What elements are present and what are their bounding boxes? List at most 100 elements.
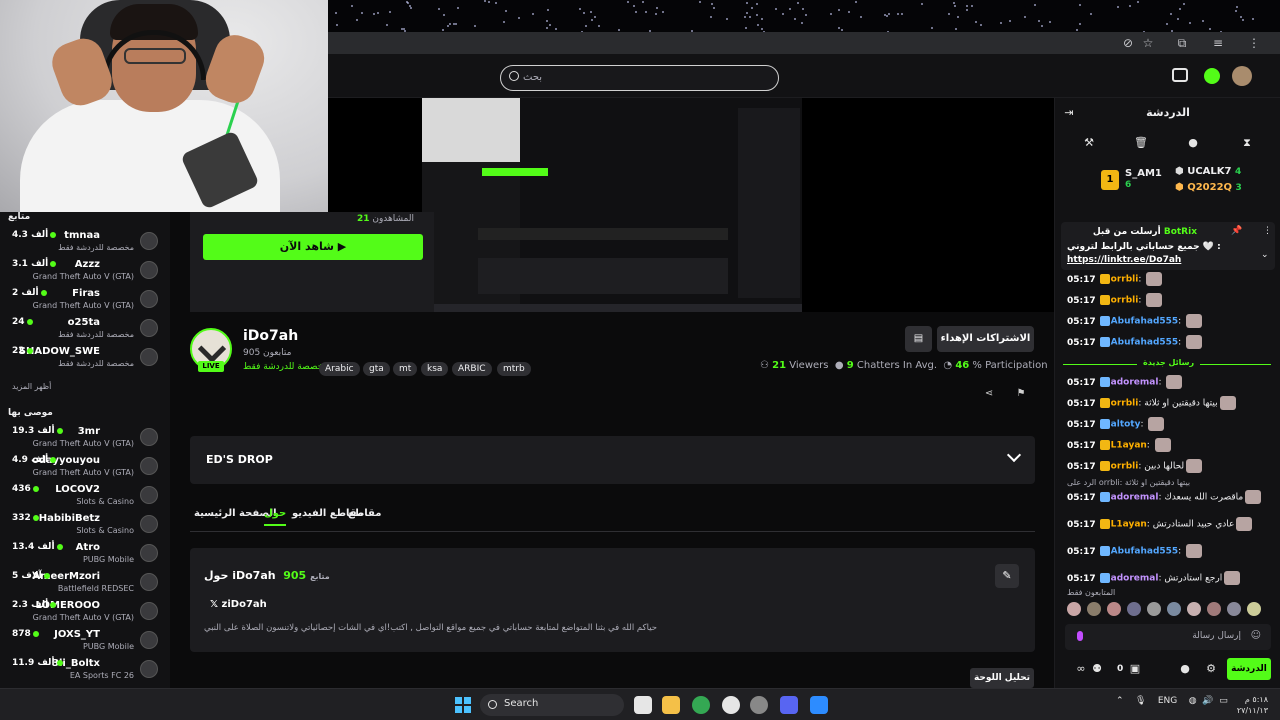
tag-chip[interactable]: ksa [421, 362, 449, 376]
browser-address-bar[interactable]: ⊘ ☆ ⧉ ≡ ⋮ [328, 32, 1280, 54]
user-avatar[interactable] [1232, 66, 1252, 86]
tag-chip[interactable]: mtrb [497, 362, 531, 376]
gift-icon[interactable] [1172, 68, 1188, 82]
sidebar-channel-item[interactable]: o25ta مخصصة للدردشة فقط 24 [0, 315, 170, 343]
follower-avatar[interactable] [1247, 602, 1261, 616]
expand-chevron-icon[interactable]: ⌄ [1261, 250, 1269, 260]
system-tray[interactable]: ⌃ 🎙 ENG ◍ 🔊 ▭ [1116, 696, 1228, 706]
tag-chip[interactable]: gta [363, 362, 390, 376]
channel-name[interactable]: iDo7ah [243, 328, 298, 344]
follower-avatar[interactable] [1127, 602, 1141, 616]
pinned-message[interactable]: 📌 ⋮ ⌄ أرسلت من قبل BotRix جميع حساباتي ب… [1061, 222, 1275, 270]
analyze-board-button[interactable]: تحليل اللوحة [970, 668, 1034, 688]
discord-icon[interactable] [780, 696, 798, 714]
tag-chip[interactable]: mt [393, 362, 418, 376]
sidebar-channel-item[interactable]: Atro PUBG Mobile 13.4 ألف [0, 540, 170, 568]
taskbar-search[interactable]: Search [480, 694, 624, 716]
follower-avatar[interactable] [1227, 602, 1241, 616]
sidebar-channel-item[interactable]: HabibiBetz Slots & Casino 332 [0, 511, 170, 539]
chat-username[interactable]: Abufahad555 [1111, 547, 1179, 557]
chat-message[interactable]: 05:17 altoty: [1067, 417, 1165, 431]
report-icon[interactable]: ⚑ [1014, 388, 1028, 402]
chat-message[interactable]: 05:17 Abufahad555: [1067, 544, 1203, 558]
chat-bubble-icon[interactable]: ● [1185, 136, 1201, 152]
leader-1[interactable]: ⬢ UCALK7 4 [1175, 166, 1241, 177]
chevron-down-icon[interactable] [1006, 447, 1022, 463]
drops-panel[interactable]: ED'S DROP [190, 436, 1035, 484]
follower-avatar[interactable] [1107, 602, 1121, 616]
chat-username[interactable]: orrbli [1111, 275, 1139, 285]
sidebar-channel-item[interactable]: SHADOW_SWE مخصصة للدردشة فقط 22 [0, 344, 170, 372]
mic-icon[interactable] [1077, 631, 1083, 641]
kick-logo-icon[interactable] [1204, 68, 1220, 84]
chat-message[interactable]: 05:17 adoremal: ماقصرت الله يسعدك [1067, 490, 1262, 504]
chat-input[interactable]: إرسال رسالة ☺ [1065, 624, 1271, 650]
extensions-icon[interactable]: ⧉ [1174, 35, 1190, 51]
chat-message[interactable]: 05:17 orrbli: [1067, 293, 1163, 307]
chat-message[interactable]: 05:17 Abufahad555: [1067, 314, 1203, 328]
send-chat-button[interactable]: الدردشة [1227, 658, 1271, 680]
chat-settings-bubble-icon[interactable]: ● [1177, 662, 1193, 678]
search-input[interactable]: بحث [500, 65, 779, 91]
bookmark-star-icon[interactable]: ☆ [1140, 35, 1156, 51]
chat-username[interactable]: L1ayan [1111, 441, 1147, 451]
sidebar-channel-item[interactable]: LOCOV2 Slots & Casino 436 [0, 482, 170, 510]
trash-icon[interactable]: 🗑 [1133, 136, 1149, 152]
sidebar-channel-item[interactable]: AmeerMzori Battlefield REDSEC 5 آلاف [0, 569, 170, 597]
watch-now-button[interactable]: شاهد الآن ▶ [203, 234, 423, 260]
sidebar-channel-item[interactable]: odayyouyou Grand Theft Auto V (GTA) 4.9 أل… [0, 453, 170, 481]
chat-username[interactable]: adoremal [1111, 493, 1159, 503]
clock[interactable]: ٥:١٨ م ٢٧/١١/١٣ [1232, 694, 1268, 716]
chat-username[interactable]: adoremal [1111, 378, 1159, 388]
hourglass-icon[interactable]: ⧗ [1239, 136, 1255, 152]
chat-message[interactable]: 05:17 L1ayan: عادي حبيد الستادرتش [1067, 517, 1253, 531]
chat-message[interactable]: 05:17 adoremal: ارجع استادرتش [1067, 571, 1241, 585]
windows-start-icon[interactable] [455, 697, 471, 713]
app-icon[interactable] [750, 696, 768, 714]
show-more-link[interactable]: أظهر المزيد [12, 382, 51, 391]
edit-about-button[interactable]: ✎ [995, 564, 1019, 588]
follower-avatar[interactable] [1187, 602, 1201, 616]
tag-chip[interactable]: ARBIC [452, 362, 492, 376]
hammer-icon[interactable]: ⚒ [1081, 136, 1097, 152]
obs-icon[interactable] [722, 696, 740, 714]
chrome-icon[interactable] [692, 696, 710, 714]
menu-icon[interactable]: ⋮ [1246, 35, 1262, 51]
leader-2[interactable]: S_AM1 6 [1125, 168, 1162, 190]
chat-username[interactable]: altoty [1111, 420, 1141, 430]
chat-username[interactable]: orrbli [1111, 462, 1139, 472]
more-options-icon[interactable]: ⋮ [1263, 226, 1272, 236]
infinity-icon[interactable]: ∞ [1073, 662, 1089, 678]
chat-message[interactable]: 05:17 adoremal: [1067, 375, 1183, 389]
sidebar-channel-item[interactable]: 3mr Grand Theft Auto V (GTA) 19.3 ألف [0, 424, 170, 452]
chat-username[interactable]: Abufahad555 [1111, 338, 1179, 348]
pin-icon[interactable]: 📌 [1231, 226, 1242, 236]
sidebar-channel-item[interactable]: Azzz Grand Theft Auto V (GTA) 3.1 ألف [0, 257, 170, 285]
leader-3[interactable]: ⬢ Q2022Q 3 [1175, 182, 1242, 193]
media-icon[interactable]: ≡ [1210, 35, 1226, 51]
chat-message[interactable]: 05:17 orrbli: بيتها دقيقتين او ثلاثة [1067, 396, 1236, 410]
pinned-link[interactable]: https://linktr.ee/Do7ah [1067, 255, 1181, 265]
chat-message[interactable]: 05:17 orrbli: [1067, 272, 1163, 286]
chat-username[interactable]: Abufahad555 [1111, 317, 1179, 327]
file-explorer-icon[interactable] [662, 696, 680, 714]
gift-subscriptions-button[interactable]: الاشتراكات الإهداء [937, 326, 1034, 352]
x-social-link[interactable]: 𝕏 ziDo7ah [210, 599, 267, 610]
emoji-icon[interactable]: ☺ [1251, 630, 1261, 641]
follower-avatar[interactable] [1087, 602, 1101, 616]
sidebar-channel-item[interactable]: LOMEROOO Grand Theft Auto V (GTA) 2.3 ألف [0, 598, 170, 626]
gift-small-icon[interactable]: ▣ [1127, 662, 1143, 678]
eye-off-icon[interactable]: ⊘ [1120, 35, 1136, 51]
follower-avatar[interactable] [1147, 602, 1161, 616]
chat-username[interactable]: orrbli [1111, 296, 1139, 306]
chat-message[interactable]: 05:17 L1ayan: [1067, 438, 1171, 452]
users-icon[interactable]: ⚉ [1089, 662, 1105, 678]
chat-username[interactable]: orrbli [1111, 399, 1139, 409]
chat-username[interactable]: adoremal [1111, 574, 1159, 584]
zoom-icon[interactable] [810, 696, 828, 714]
chat-username[interactable]: L1ayan [1111, 520, 1147, 530]
sidebar-channel-item[interactable]: 3li_Boltx EA Sports FC 26 11.9 ألف [0, 656, 170, 684]
tab-about[interactable]: حول [264, 508, 287, 526]
follower-avatar[interactable] [1167, 602, 1181, 616]
follower-avatar[interactable] [1207, 602, 1221, 616]
